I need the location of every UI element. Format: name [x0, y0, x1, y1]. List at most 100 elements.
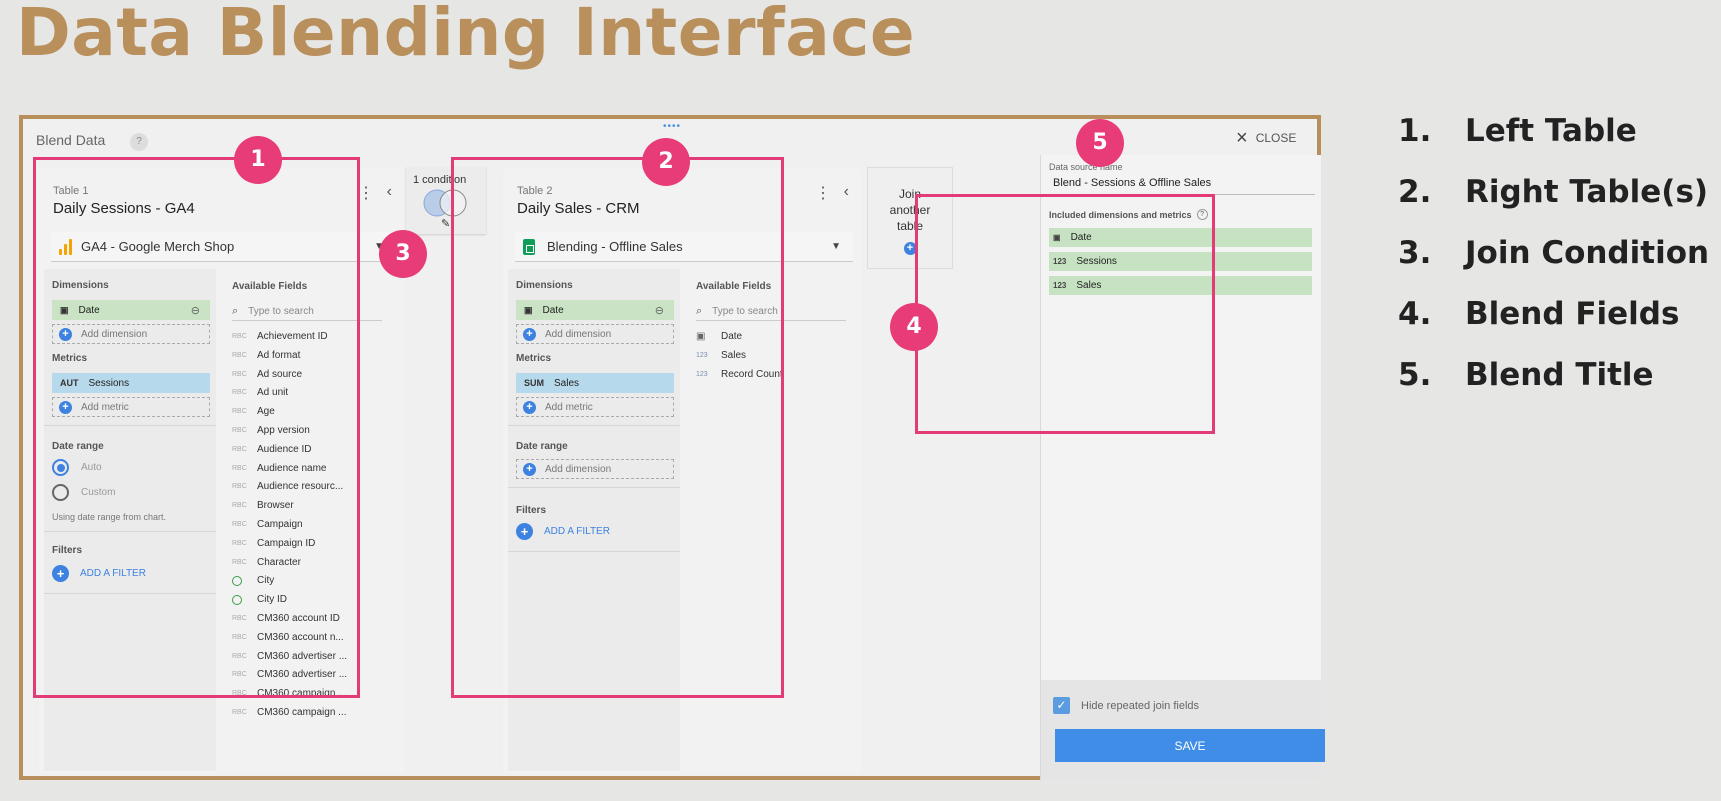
blend-data-dialog: •••• Blend Data ? × CLOSE Table 1 Daily …: [19, 115, 1325, 780]
add-filter-button[interactable]: + ADD A FILTER: [516, 523, 610, 540]
add-icon: +: [523, 462, 536, 476]
badge-3: 3: [379, 230, 427, 278]
radio-custom[interactable]: Custom: [52, 484, 115, 501]
venn-diagram-icon: [423, 189, 467, 217]
data-source-name-input[interactable]: Blend - Sessions & Offline Sales: [1053, 177, 1315, 195]
field-list-item[interactable]: City: [232, 575, 274, 586]
field-list-item[interactable]: RBC CM360 advertiser ...: [232, 669, 347, 680]
field-list-item[interactable]: RBC CM360 account ID: [232, 613, 340, 624]
drag-handle-icon[interactable]: ••••: [663, 121, 681, 132]
dimension-chip-date[interactable]: ▣ Date ⊖: [516, 300, 674, 320]
field-name: Ad unit: [257, 387, 289, 399]
field-list-item[interactable]: ▣ Date: [696, 331, 742, 342]
date-range-dimension-button[interactable]: + Add dimension: [516, 459, 674, 479]
chip-label: Date: [78, 304, 100, 316]
legend-item: 5. Blend Title: [1398, 357, 1654, 393]
field-list-item[interactable]: RBC Ad unit: [232, 387, 288, 398]
metric-chip-sales[interactable]: SUM Sales: [516, 373, 674, 393]
text-type-icon: RBC: [232, 558, 247, 566]
blend-field-chip[interactable]: 123 Sessions: [1049, 252, 1312, 271]
field-list-item[interactable]: RBC Ad source: [232, 369, 302, 380]
add-dimension-button[interactable]: + Add dimension: [52, 324, 210, 344]
badge-2: 2: [642, 138, 690, 186]
add-dimension-button[interactable]: + Add dimension: [516, 324, 674, 344]
chip-label: Sales: [554, 377, 580, 389]
join-label-line: Join: [898, 187, 921, 201]
checkbox-label: Hide repeated join fields: [1081, 699, 1200, 712]
field-list-item[interactable]: RBC Browser: [232, 500, 294, 511]
join-condition-button[interactable]: 1 condition ✎: [406, 167, 486, 234]
divider: [508, 425, 680, 426]
add-filter-label: ADD A FILTER: [80, 568, 146, 579]
available-fields-column: Available Fields ⌕ Type to search RBC Ach…: [222, 269, 397, 771]
more-vert-icon[interactable]: ⋮: [358, 183, 374, 203]
text-type-icon: RBC: [232, 652, 247, 660]
field-list-item[interactable]: RBC Character: [232, 557, 301, 568]
blend-field-chip[interactable]: 123 Sales: [1049, 276, 1312, 295]
field-list-item[interactable]: 123 Sales: [696, 350, 746, 361]
available-fields-label: Available Fields: [696, 281, 772, 292]
field-search-input[interactable]: ⌕ Type to search: [696, 303, 846, 321]
search-icon: ⌕: [232, 305, 239, 317]
add-metric-label: Add metric: [81, 401, 129, 413]
field-list-item[interactable]: RBC Achievement ID: [232, 331, 328, 342]
field-list-item[interactable]: RBC Campaign ID: [232, 538, 315, 549]
field-list-item[interactable]: RBC Ad format: [232, 350, 300, 361]
link-icon: ⊖: [190, 304, 200, 317]
globe-icon: [232, 594, 242, 605]
add-metric-label: Add metric: [545, 401, 593, 413]
field-list-item[interactable]: RBC Age: [232, 406, 275, 417]
field-name: CM360 account ID: [257, 613, 340, 624]
field-name: App version: [257, 425, 310, 436]
table-name[interactable]: Daily Sales - CRM: [517, 200, 640, 217]
dimension-chip-date[interactable]: ▣ Date ⊖: [52, 300, 210, 320]
legend-number: 5.: [1398, 357, 1432, 393]
number-type-icon: 123: [696, 370, 708, 378]
text-type-icon: RBC: [232, 615, 247, 622]
field-name: Record Count: [721, 368, 783, 380]
field-list-item[interactable]: RBC CM360 advertiser ...: [232, 651, 347, 662]
table-name[interactable]: Daily Sessions - GA4: [53, 200, 195, 217]
field-list-item[interactable]: RBC CM360 campaign ...: [232, 688, 347, 699]
hide-repeated-checkbox[interactable]: ✓ Hide repeated join fields: [1053, 697, 1199, 714]
data-source-select[interactable]: Blending - Offline Sales ▼: [515, 232, 853, 262]
field-list-item[interactable]: RBC Audience name: [232, 463, 327, 474]
field-list-item[interactable]: RBC CM360 account n...: [232, 632, 344, 643]
field-list-item[interactable]: RBC Audience resourc...: [232, 481, 343, 492]
more-vert-icon[interactable]: ⋮: [815, 183, 831, 203]
search-placeholder: Type to search: [712, 306, 778, 317]
metric-chip-sessions[interactable]: AUT Sessions: [52, 373, 210, 393]
add-icon: +: [59, 327, 72, 341]
radio-auto[interactable]: Auto: [52, 459, 102, 476]
blend-field-chip[interactable]: ▣ Date: [1049, 228, 1312, 247]
field-list-item[interactable]: RBC Campaign: [232, 519, 303, 530]
field-name: Sales: [721, 349, 747, 361]
chevron-left-icon[interactable]: ‹: [387, 183, 392, 201]
add-metric-button[interactable]: + Add metric: [516, 397, 674, 417]
field-list-item[interactable]: City ID: [232, 594, 287, 605]
field-list-item[interactable]: RBC CM360 campaign ...: [232, 707, 347, 718]
help-icon[interactable]: ?: [130, 133, 148, 151]
add-dimension-label: Add dimension: [81, 328, 148, 340]
field-list-item[interactable]: RBC Audience ID: [232, 444, 311, 455]
add-filter-button[interactable]: + ADD A FILTER: [52, 565, 146, 582]
data-source-select[interactable]: GA4 - Google Merch Shop ▼: [51, 232, 396, 262]
add-metric-button[interactable]: + Add metric: [52, 397, 210, 417]
field-name: Audience resourc...: [257, 481, 344, 493]
save-button[interactable]: SAVE: [1055, 729, 1325, 762]
calendar-icon: ▣: [524, 304, 533, 315]
sheets-icon: [523, 238, 535, 255]
text-type-icon: RBC: [232, 690, 247, 698]
aggregation-icon: AUT: [60, 378, 79, 388]
field-list-item[interactable]: 123 Record Count: [696, 369, 783, 380]
chip-label: Date: [542, 304, 564, 316]
field-search-input[interactable]: ⌕ Type to search: [232, 303, 382, 321]
field-list-item[interactable]: RBC App version: [232, 425, 310, 436]
help-icon[interactable]: ?: [1196, 209, 1208, 220]
included-label-text: Included dimensions and metrics: [1049, 209, 1192, 220]
chevron-left-icon[interactable]: ‹: [844, 183, 849, 201]
close-button[interactable]: × CLOSE: [1236, 128, 1296, 148]
divider: [508, 487, 680, 488]
legend-number: 1.: [1398, 113, 1432, 149]
join-another-table-button[interactable]: Join another table +: [867, 167, 953, 269]
